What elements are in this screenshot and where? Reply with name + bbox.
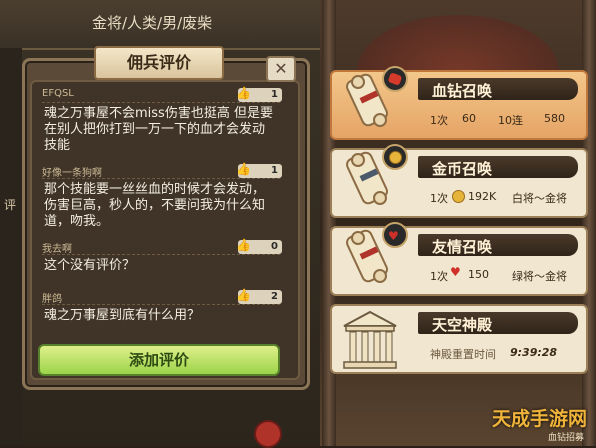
coin-icon (452, 190, 465, 203)
review-divider (42, 178, 280, 179)
review-divider (42, 254, 280, 255)
like-count: 1 (271, 165, 278, 176)
card-title: 天空神殿 (432, 316, 493, 334)
review-text: 这个没有评价？ (44, 258, 136, 273)
like-button[interactable]: 👍 1 (236, 162, 282, 178)
heart-icon: ♥ (450, 265, 461, 279)
like-count: 0 (271, 241, 278, 252)
coin-badge-icon (382, 144, 408, 170)
single-summon-label: 1次 (430, 192, 448, 205)
thumbs-up-icon: 👍 (236, 288, 251, 302)
heart-badge-icon: ♥ (382, 222, 408, 248)
watermark-logo: 天成手游网 (492, 408, 588, 430)
dialog-title: 佣兵评价 (94, 46, 224, 80)
summon-card-blood-diamond[interactable]: 血钻召唤 1次 60 10连 580 (330, 66, 588, 140)
reset-time-value: 9:39:28 (510, 346, 558, 359)
review-divider (42, 304, 280, 305)
watermark-subtext: 血钻招募 (548, 433, 585, 443)
single-summon-label: 1次 (430, 114, 448, 127)
thumbs-up-icon: 👍 (236, 238, 251, 252)
review-user: 好像一条狗啊 (42, 168, 102, 179)
arch-decoration (330, 0, 586, 70)
review-text: 魂之万事屋不会miss伤害也挺高 但是要在别人把你打到一万一下的血才会发动技能 (44, 106, 273, 153)
pillar-decoration (322, 0, 336, 446)
ten-summon-cost: 580 (544, 112, 565, 125)
summon-card-gold[interactable]: 金币召唤 1次 192K 白将～金将 (330, 144, 588, 218)
like-count: 2 (271, 291, 278, 302)
like-button[interactable]: 👍 2 (236, 288, 282, 304)
diamond-badge-icon (382, 66, 408, 92)
card-title: 血钻召唤 (432, 82, 493, 100)
review-divider (42, 102, 280, 103)
single-summon-label: 1次 (430, 270, 448, 283)
review-user: 我去啊 (42, 244, 72, 255)
hero-name: 金将/人类/男/废柴 (92, 14, 213, 32)
reset-time-label: 神殿重置时间 (430, 348, 496, 361)
like-button[interactable]: 👍 1 (236, 86, 282, 102)
review-text: 那个技能要一丝丝血的时候才会发动，伤害巨高，秒人的，不要问我为什么知道，吻我。 (44, 182, 266, 229)
add-review-button[interactable]: 添加评价 (38, 344, 280, 376)
left-edge-panel (0, 48, 22, 446)
thumbs-up-icon: 👍 (236, 162, 251, 176)
summon-card-friendship[interactable]: ♥ 友情召唤 1次 ♥ 150 绿将～金将 (330, 222, 588, 296)
summon-range: 绿将～金将 (512, 270, 567, 283)
like-button[interactable]: 👍 0 (236, 238, 282, 254)
review-text: 魂之万事屋到底有什么用？ (44, 308, 201, 323)
single-summon-cost: 60 (462, 112, 476, 125)
close-icon: ✕ (274, 59, 288, 78)
thumbs-up-icon: 👍 (236, 86, 251, 100)
like-count: 1 (271, 89, 278, 100)
summon-range: 白将～金将 (512, 192, 567, 205)
close-button[interactable]: ✕ (266, 56, 296, 82)
review-user: 胖鸽 (42, 294, 62, 305)
card-title: 金币召唤 (432, 160, 493, 178)
temple-icon (343, 310, 397, 369)
card-title: 友情召唤 (432, 238, 493, 256)
seal-icon (254, 420, 282, 448)
single-summon-cost: 192K (468, 190, 497, 203)
ten-summon-label: 10连 (498, 114, 523, 127)
left-edge-glyph: 评 (4, 198, 17, 212)
pillar-decoration (582, 0, 596, 446)
single-summon-cost: 150 (468, 268, 489, 281)
summon-card-sky-temple[interactable]: 天空神殿 神殿重置时间 9:39:28 (330, 304, 588, 374)
review-user: EFQSL (42, 88, 74, 99)
